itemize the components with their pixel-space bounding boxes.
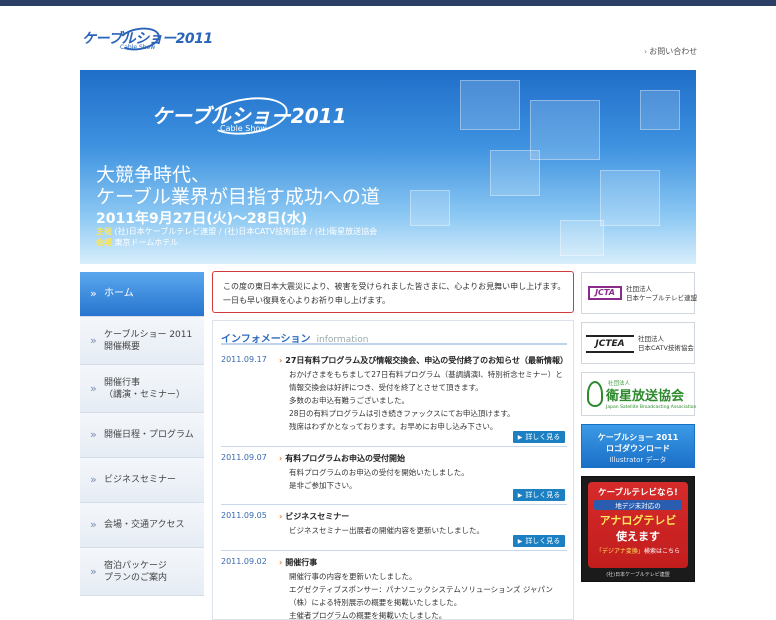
tv-line-2: 地デジ未対応の (594, 500, 682, 510)
jcta-line-1: 社団法人 (626, 285, 652, 293)
tv-line-1: ケーブルテレビなら! (598, 488, 678, 498)
download-line-2: ロゴダウンロード (606, 444, 670, 453)
download-line-3: Illustrator データ (609, 456, 667, 464)
double-chevron-icon: » (90, 565, 97, 578)
nav-item-hotel[interactable]: » 宿泊パッケージ プランのご案内 (80, 548, 204, 596)
satellite-banner[interactable]: 社団法人 衛星放送協会 Japan Satellite Broadcasting… (581, 372, 697, 416)
news-body: ビジネスセミナー出展者の開催内容を更新いたしました。 (289, 526, 484, 535)
hero-date: 2011年9月27日(火)〜28日(水) (96, 211, 308, 227)
double-chevron-icon: » (90, 518, 97, 531)
more-button[interactable]: ▶ 詳しく見る (513, 431, 565, 443)
nav-label: ホーム (104, 288, 134, 299)
contact-link[interactable]: › お問い合わせ (644, 46, 697, 57)
news-title: › 有料プログラムお申込の受付開始 (279, 454, 406, 463)
more-button[interactable]: ▶ 詳しく見る (513, 535, 565, 547)
news-body: 有料プログラムのお申込の受付を開始いたしました。 是非ご参加下さい。 (289, 468, 469, 490)
nav-item-schedule[interactable]: » 開催日程・プログラム (80, 413, 204, 458)
sat-name-en: Japan Satellite Broadcasting Association (606, 405, 697, 410)
nav-label: 宿泊パッケージ プランのご案内 (104, 561, 168, 583)
chevron-right-icon: › (644, 47, 648, 56)
logo-subtext: Cable Show (120, 44, 156, 51)
nav-label: ビジネスセミナー (104, 475, 177, 485)
tv-line-4: 使えます (616, 530, 660, 543)
download-line-1: ケーブルショー 2011 (597, 433, 679, 442)
news-date: 2011.09.17 (221, 355, 267, 364)
more-button[interactable]: ▶ 詳しく見る (513, 489, 565, 501)
news-date: 2011.09.07 (221, 453, 267, 462)
nav-item-business-seminar[interactable]: » ビジネスセミナー (80, 458, 204, 503)
tv-line-3: アナログテレビ (599, 514, 677, 527)
nav-label: ケーブルショー 2011 開催概要 (104, 330, 193, 352)
bullet-icon: › (279, 356, 283, 365)
news-date: 2011.09.05 (221, 511, 267, 520)
nav-label: 会場・交通アクセス (104, 520, 185, 530)
disaster-notice: この度の東日本大震災により、被害を受けられました皆さまに、心よりお見舞い申し上げ… (212, 271, 574, 313)
jcta-logo: JCTA (588, 286, 622, 300)
double-chevron-icon: » (90, 473, 97, 486)
left-nav: » ホーム » ケーブルショー 2011 開催概要 » 開催行事 （講演・セミナー）… (80, 272, 204, 596)
nav-item-access[interactable]: » 会場・交通アクセス (80, 503, 204, 548)
hero-deco-square (490, 150, 540, 196)
bullet-icon: › (279, 558, 283, 567)
news-title: › 開催行事 (279, 558, 318, 567)
organizer-text: (社)日本ケーブルテレビ連盟 / (社)日本CATV技術協会 / (社)衛星放送… (114, 227, 378, 236)
contact-label: お問い合わせ (649, 47, 698, 56)
hero-deco-square (560, 220, 604, 256)
jctea-line-2: 日本CATV技術協会 (638, 344, 694, 352)
nav-label: 開催日程・プログラム (104, 430, 194, 440)
venue-text: 東京ドームホテル (114, 238, 179, 247)
nav-label: 開催行事 （講演・セミナー） (104, 378, 186, 400)
analog-tv-banner[interactable]: ケーブルテレビなら! 地デジ未対応の アナログテレビ 使えます 「デジアナ変換」… (581, 476, 695, 582)
hero-deco-square (460, 80, 520, 130)
play-icon: ▶ (517, 538, 523, 545)
hero-brand-sub: Cable Show (220, 124, 267, 133)
logo-download-banner[interactable]: ケーブルショー 2011 ロゴダウンロード Illustrator データ (581, 424, 695, 468)
notice-line-2: 一日も早い復興を心よりお祈り申し上げます。 (223, 296, 391, 305)
news-item: 2011.09.07 › 有料プログラムお申込の受付開始 有料プログラムのお申込の… (221, 453, 567, 505)
hero-deco-square (410, 190, 450, 226)
news-body: おかげさまをもちまして27日有料プログラム（基調講演Ⅰ、特別祈念セミナー）と 情… (289, 370, 563, 431)
hero-deco-square (640, 90, 680, 130)
tv-screen: ケーブルテレビなら! 地デジ未対応の アナログテレビ 使えます 「デジアナ変換」… (588, 482, 688, 568)
hero-headline-2: ケーブル業界が目指す成功への道 (96, 186, 380, 208)
news-item: 2011.09.05 › ビジネスセミナー ビジネスセミナー出展者の開催内容を更新… (221, 511, 567, 551)
venue-label: 会場 (96, 238, 112, 247)
news-body: 開催行事の内容を更新いたしました。 エグゼクティブスポンサー：パナソニックシステ… (289, 572, 553, 620)
news-date: 2011.09.02 (221, 557, 267, 566)
double-chevron-icon: » (90, 382, 97, 395)
news-title: › ビジネスセミナー (279, 512, 350, 521)
hero-deco-square (530, 100, 600, 160)
nav-item-home[interactable]: » ホーム (80, 272, 204, 317)
bullet-icon: › (279, 512, 283, 521)
top-bar (0, 0, 776, 6)
tv-line-5: 「デジアナ変換」検索はこちら (596, 548, 680, 555)
organizer-label: 主催 (96, 227, 112, 236)
sat-name: 衛星放送協会 (606, 389, 685, 404)
play-icon: ▶ (517, 492, 523, 499)
news-item: 2011.09.02 › 開催行事 開催行事の内容を更新いたしました。 エグゼクテ… (221, 557, 567, 620)
jctea-logo: JCTEA (586, 335, 634, 353)
double-chevron-icon: » (90, 334, 97, 347)
bullet-icon: › (279, 454, 283, 463)
double-chevron-icon: » (90, 428, 97, 441)
hero-info: 主催 (社)日本ケーブルテレビ連盟 / (社)日本CATV技術協会 / (社)衛… (96, 226, 377, 248)
site-logo[interactable]: ケーブルショー2011 Cable Show (80, 24, 213, 56)
news-item: 2011.09.17 › 27日有料プログラム及び情報交換会、申込の受付終了のお知… (221, 355, 569, 447)
satellite-logo-icon (587, 381, 603, 407)
nav-item-overview[interactable]: » ケーブルショー 2011 開催概要 (80, 317, 204, 365)
information-panel: インフォメーション information 2011.09.17 › 27日有料プロ… (212, 320, 574, 620)
double-chevron-icon: » (90, 287, 97, 300)
nav-item-events[interactable]: » 開催行事 （講演・セミナー） (80, 365, 204, 413)
hero-banner: ケーブルショー2011 Cable Show 大競争時代、 ケーブル業界が目指す… (80, 70, 696, 264)
tv-line-6: (社)日本ケーブルテレビ連盟 (606, 572, 670, 578)
info-divider (221, 343, 567, 345)
notice-line-1: この度の東日本大震災により、被害を受けられました皆さまに、心よりお見舞い申し上げ… (223, 282, 566, 291)
play-icon: ▶ (517, 434, 523, 441)
hero-deco-square (600, 170, 660, 226)
news-title: › 27日有料プログラム及び情報交換会、申込の受付終了のお知らせ（最新情報） (279, 356, 569, 365)
jcta-line-2: 日本ケーブルテレビ連盟 (626, 294, 698, 302)
jctea-line-1: 社団法人 (638, 335, 664, 343)
jctea-banner[interactable]: JCTEA 社団法人 日本CATV技術協会 (581, 322, 695, 364)
jcta-banner[interactable]: JCTA 社団法人 日本ケーブルテレビ連盟 (581, 272, 698, 314)
